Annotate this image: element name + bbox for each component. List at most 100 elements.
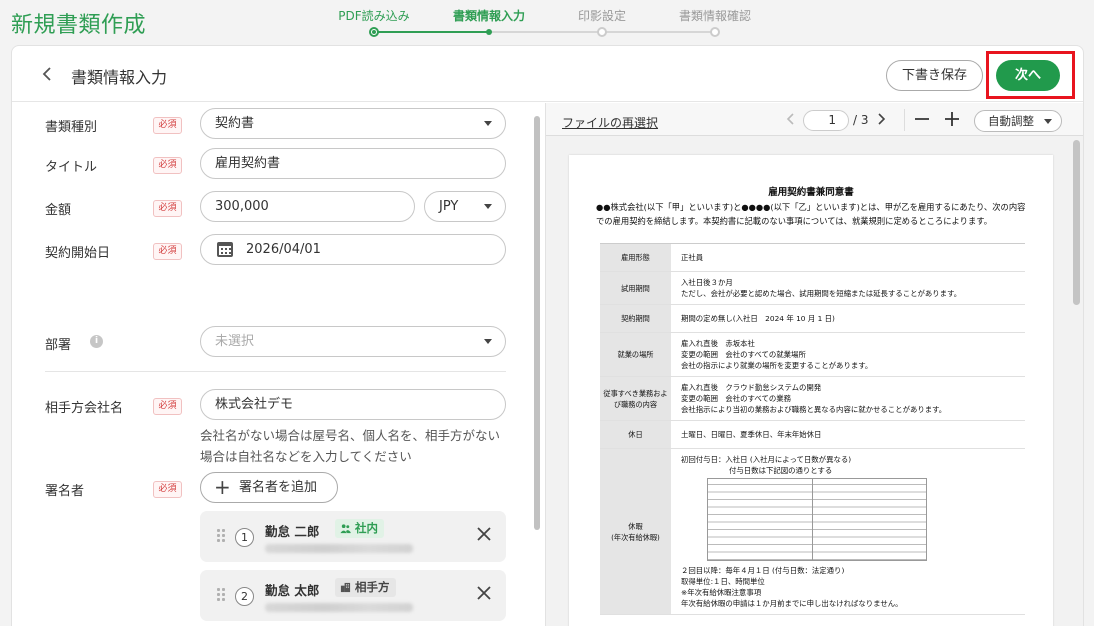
doc-table-line: 会社指示により当初の業務および職務と異なる内容に就かせることがあります。 [681, 405, 947, 414]
doc-table-row-head: 雇用形態 [600, 244, 671, 271]
currency-select[interactable]: JPY [424, 191, 506, 222]
signer-order-badge: 1 [235, 528, 254, 547]
zoom-select[interactable]: 自動調整 [974, 110, 1062, 132]
reselect-file-link[interactable]: ファイルの再選択 [562, 114, 658, 131]
progress-stepper: PDF読み込み 書類情報入力 印影設定 書類情報確認 [330, 0, 780, 44]
department-label: 部署 [45, 338, 72, 353]
form-scrollbar[interactable] [534, 116, 540, 530]
doc-table-line: 雇入れ直後 クラウド勤怠システムの開発 [681, 383, 822, 392]
step-connector [602, 31, 715, 33]
doc-table-row-content: 雇入れ直後 赤坂本社 変更の範囲 会社のすべての就業場所 会社の指示により就業の場所… [681, 333, 1025, 376]
doc-table-row: 就業の場所 雇入れ直後 赤坂本社 変更の範囲 会社のすべての就業場所 会社の指示により… [600, 333, 1025, 377]
caret-down-icon [1044, 119, 1052, 124]
partner-tag: 相手方 [335, 578, 396, 597]
signers-label: 署名者 [45, 484, 85, 499]
title-label: タイトル [45, 160, 98, 175]
divider [45, 371, 506, 372]
chevron-left-icon[interactable] [38, 64, 58, 84]
info-icon[interactable]: i [90, 335, 103, 348]
partner-company-input[interactable]: 株式会社デモ [200, 389, 506, 420]
doc-table-row: 休日 土曜日、日曜日、夏季休日、年末年始休日 [600, 421, 1025, 449]
currency-value: JPY [439, 199, 459, 214]
next-button[interactable]: 次へ [996, 60, 1060, 91]
zoom-out-icon[interactable] [913, 106, 931, 137]
doc-table-line: ただし、会社が必要と認めた場合、試用期間を短縮または延長することがあります。 [681, 289, 962, 298]
step-done-icon [369, 27, 379, 37]
start-date-input[interactable]: 2026/04/01 [200, 234, 506, 265]
preview-toolbar: ファイルの再選択 1 / 3 自動調整 [546, 103, 1083, 137]
doc-table-row-head: 休暇 (年次有給休暇) [600, 449, 671, 614]
main-card: 書類情報入力 下書き保存 次へ 書類種別 必須 契約書 タイトル 必須 雇用契約… [11, 45, 1084, 626]
partner-company-label: 相手方会社名 [45, 401, 124, 416]
leave-grant-table [707, 478, 927, 561]
doc-table-line: 正社員 [681, 253, 704, 262]
signer-name: 勤怠 太郎 [265, 583, 320, 598]
close-icon[interactable] [475, 584, 493, 602]
amount-label: 金額 [45, 203, 72, 218]
doc-type-select[interactable]: 契約書 [200, 108, 506, 139]
drag-handle-icon[interactable] [217, 588, 225, 602]
save-draft-button[interactable]: 下書き保存 [886, 60, 983, 91]
doc-table-row-content: 入社日後３か月ただし、会社が必要と認めた場合、試用期間を短縮または延長することが… [681, 272, 1025, 304]
department-select[interactable]: 未選択 [200, 326, 506, 357]
add-signer-button[interactable]: + 署名者を追加 [200, 472, 338, 503]
close-icon[interactable] [475, 525, 493, 543]
pdf-preview-panel: ファイルの再選択 1 / 3 自動調整 雇用契約書兼同意書 ●●株式会社(以下「… [545, 103, 1083, 626]
users-icon [340, 524, 351, 534]
doc-table-row-head: 休日 [600, 421, 671, 448]
page-number-input[interactable]: 1 [803, 110, 849, 131]
doc-table-row: 試用期間 入社日後３か月 ただし、会社が必要と認めた場合、試用期間を短縮または延長す… [600, 272, 1025, 305]
doc-type-value: 契約書 [215, 116, 255, 131]
preview-scrollbar[interactable] [1073, 140, 1080, 305]
caret-down-icon [484, 121, 492, 126]
required-badge: 必須 [153, 481, 182, 498]
required-badge: 必須 [153, 398, 182, 415]
doc-table-line: 初回付与日：入社日 (入社月によって日数が異なる) [681, 455, 852, 464]
doc-table-line: 会社の指示により就業の場所を変更することがあります。 [681, 361, 873, 370]
doc-table-line: 取得単位:１日、時間単位 [681, 577, 765, 586]
page-total: / 3 [853, 113, 869, 127]
required-badge: 必須 [153, 157, 182, 174]
doc-table-line: ２回目以降：毎年４月１日 (付与日数：法定通り) [681, 566, 845, 575]
step-seal-settings: 印影設定 [577, 9, 627, 23]
doc-intro: ●●株式会社(以下「甲」といいます)と●●●●(以下「乙」といいます)とは、甲が… [596, 202, 1026, 226]
zoom-value: 自動調整 [988, 114, 1034, 128]
title-input[interactable]: 雇用契約書 [200, 148, 506, 179]
doc-table-row-content: 雇入れ直後 クラウド勤怠システムの開発 変更の範囲 会社のすべての業務 会社指示によ… [681, 377, 1025, 420]
doc-table-row-content: 期間の定め無し(入社日 2024 年 10 月 1 日) [681, 305, 1025, 332]
toolbar-separator [904, 109, 905, 131]
zoom-in-icon[interactable] [943, 106, 961, 137]
building-icon [340, 582, 351, 593]
section-title: 書類情報入力 [71, 68, 168, 87]
doc-table-row: 休暇 (年次有給休暇) 初回付与日：入社日 (入社月によって日数が異なる) 付与日数… [600, 449, 1025, 615]
step-current-icon [486, 29, 492, 35]
signer-order-badge: 2 [235, 587, 254, 606]
chevron-left-icon[interactable] [786, 112, 796, 130]
step-confirmation: 書類情報確認 [678, 9, 752, 23]
doc-table-row-content: 初回付与日：入社日 (入社月によって日数が異なる) 付与日数は下記図の通りとする ２… [681, 449, 1025, 614]
doc-table-row: 契約期間 期間の定め無し(入社日 2024 年 10 月 1 日) [600, 305, 1025, 333]
caret-down-icon [484, 204, 492, 209]
page-title: 新規書類作成 [11, 13, 147, 38]
doc-table-line: 変更の範囲 会社のすべての就業場所 [681, 350, 806, 359]
drag-handle-icon[interactable] [217, 529, 225, 543]
doc-table-row-head: 就業の場所 [600, 333, 671, 376]
doc-terms-table: 雇用形態 正社員 試用期間 入社日後３か月 ただし、会社が必要と認めた場合、試用期間を短… [600, 243, 1025, 615]
doc-table-line: 入社日後３か月 [681, 278, 733, 287]
doc-table-row-head: 契約期間 [600, 305, 671, 332]
required-badge: 必須 [153, 117, 182, 134]
doc-table-line: 付与日数は下記図の通りとする [729, 466, 833, 475]
start-date-label: 契約開始日 [45, 246, 111, 261]
signer-email-redacted [265, 544, 413, 553]
doc-table-row-head: 試用期間 [600, 272, 671, 304]
amount-value: 300,000 [215, 199, 269, 214]
amount-input[interactable]: 300,000 [200, 191, 415, 222]
chevron-right-icon[interactable] [876, 112, 886, 130]
partner-company-value: 株式会社デモ [215, 397, 294, 412]
step-pending-icon [597, 27, 607, 37]
signer-item: 2 勤怠 太郎 相手方 [200, 570, 506, 621]
doc-title: 雇用契約書兼同意書 [768, 187, 854, 198]
doc-table-row-head: 従事すべき業務および職務の内容 [600, 377, 671, 420]
doc-table-row: 雇用形態 正社員 [600, 244, 1025, 272]
card-header: 書類情報入力 下書き保存 次へ [12, 46, 1083, 102]
